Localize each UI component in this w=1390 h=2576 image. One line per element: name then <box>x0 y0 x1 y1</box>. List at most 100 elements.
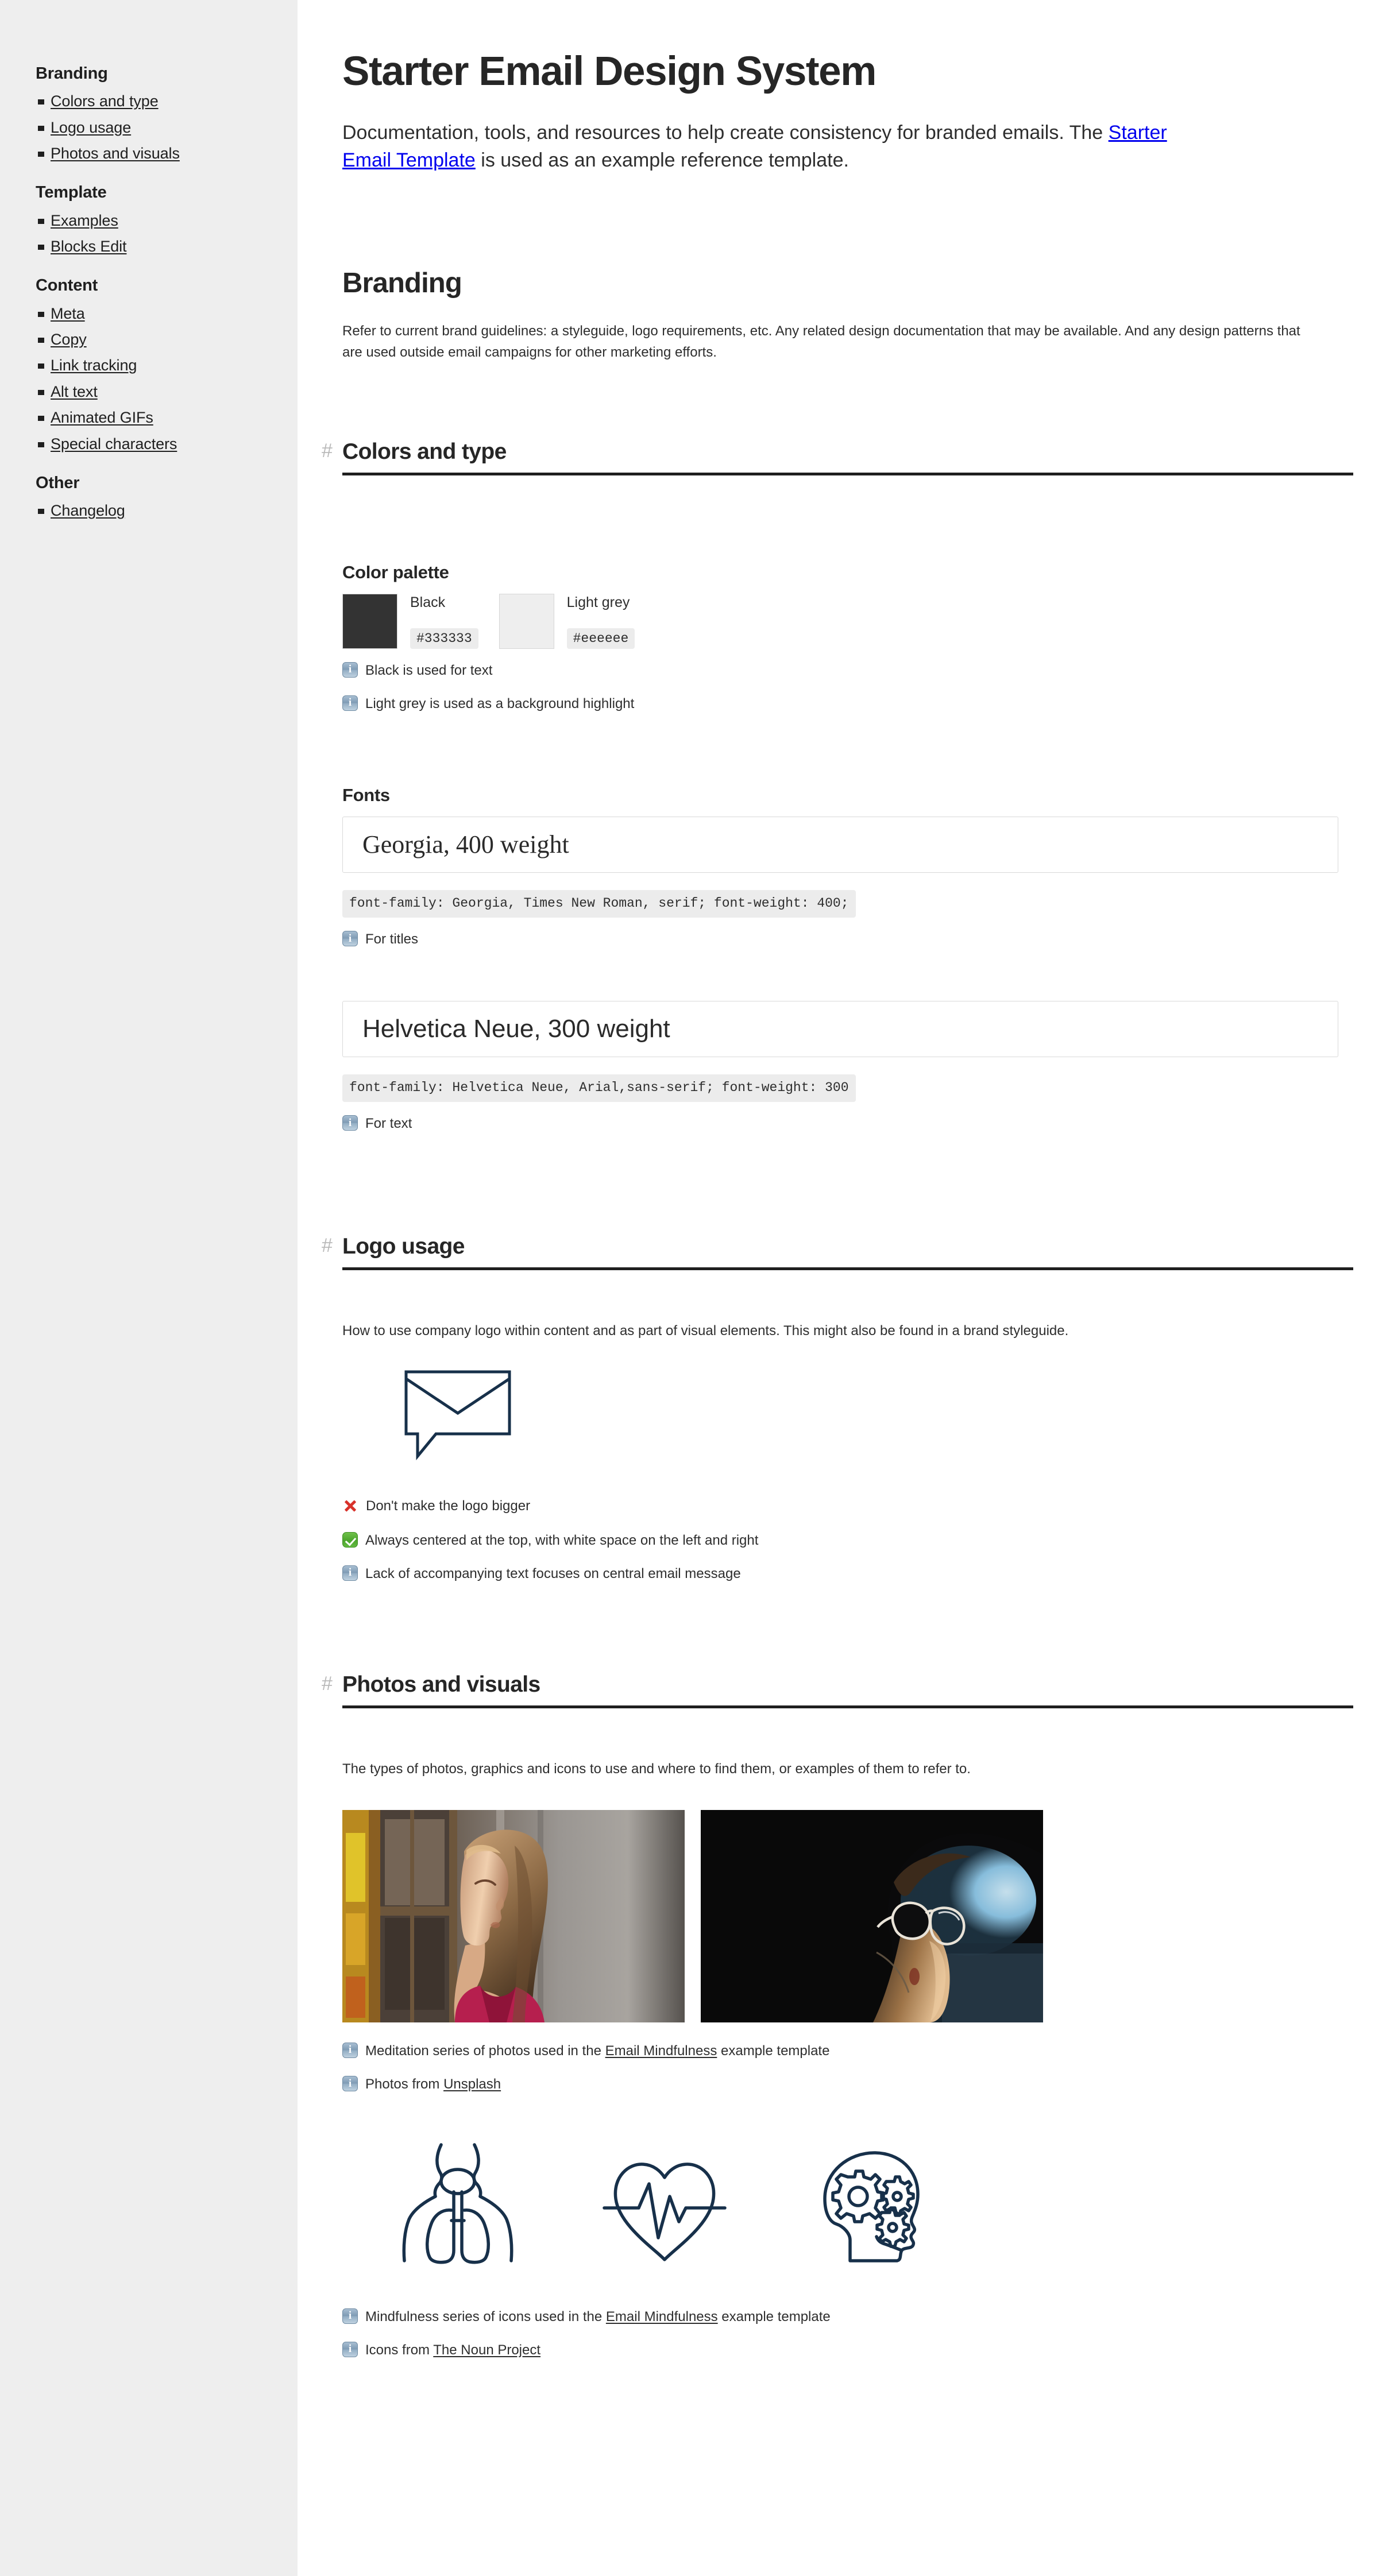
note-text: Lack of accompanying text focuses on cen… <box>365 1565 741 1581</box>
info-icon <box>342 1565 358 1586</box>
photos-and-visuals-heading: Photos and visuals <box>342 1672 540 1697</box>
color-swatch-row: Black #333333 Light grey #eeeeee <box>342 593 1338 649</box>
envelope-speech-bubble-logo <box>342 1369 1338 1464</box>
square-bullet-icon <box>36 385 51 397</box>
unsplash-link[interactable]: Unsplash <box>443 2076 501 2092</box>
sidebar-item-blocks-edit[interactable]: Blocks Edit <box>36 237 298 256</box>
note-item: Lack of accompanying text focuses on cen… <box>342 1565 1338 1585</box>
note-item: Photos from Unsplash <box>342 2075 1338 2096</box>
note-text: Photos from Unsplash <box>365 2075 501 2094</box>
the-noun-project-link[interactable]: The Noun Project <box>433 2342 540 2358</box>
font-notes: For text <box>342 1115 1338 1135</box>
note-item: Always centered at the top, with white s… <box>342 1531 1338 1552</box>
color-meta: Light grey #eeeeee <box>554 594 635 649</box>
note-text: Don't make the logo bigger <box>366 1498 531 1514</box>
note-item: Mindfulness series of icons used in the … <box>342 2308 1338 2329</box>
sidebar-item-meta[interactable]: Meta <box>36 304 298 323</box>
font-specimen-text: Helvetica Neue, 300 weight <box>362 1014 670 1043</box>
square-bullet-icon <box>36 94 51 107</box>
hash-anchor-icon[interactable]: # <box>322 1674 333 1693</box>
note-item: Light grey is used as a background highl… <box>342 695 1338 715</box>
sidebar-item-copy[interactable]: Copy <box>36 330 298 349</box>
sidebar-item-label[interactable]: Copy <box>51 330 87 349</box>
sidebar-group-title: Other <box>36 474 80 493</box>
hash-anchor-icon[interactable]: # <box>322 441 333 461</box>
color-name: Light grey <box>566 594 630 610</box>
info-icon <box>342 2076 358 2097</box>
photo-notes: Meditation series of photos used in the … <box>342 2042 1338 2097</box>
colors-and-type-head: # Colors and type <box>322 439 1338 465</box>
fonts-block: Fonts Georgia, 400 weight font-family: G… <box>342 784 1338 1135</box>
note-text-before: Mindfulness series of icons used in the <box>365 2308 606 2324</box>
note-text: For text <box>365 1116 412 1132</box>
note-item: Icons from The Noun Project <box>342 2341 1338 2362</box>
sidebar-item-photos-and-visuals[interactable]: Photos and visuals <box>36 144 298 163</box>
page-intro-part1: Documentation, tools, and resources to h… <box>342 121 1109 144</box>
fonts-heading: Fonts <box>342 785 390 806</box>
color-meta: Black #333333 <box>397 594 478 649</box>
sidebar-group-title: Branding <box>36 64 108 83</box>
colors-and-type-heading: Colors and type <box>342 439 507 465</box>
lungs-torso-icon <box>392 2141 524 2273</box>
note-text: Light grey is used as a background highl… <box>365 695 635 711</box>
sidebar-item-changelog[interactable]: Changelog <box>36 501 298 520</box>
email-mindfulness-link[interactable]: Email Mindfulness <box>605 2043 717 2059</box>
sidebar-item-label[interactable]: Changelog <box>51 501 125 520</box>
font-specimen-box: Helvetica Neue, 300 weight <box>342 1000 1338 1058</box>
sidebar-item-link-tracking[interactable]: Link tracking <box>36 356 298 374</box>
hash-anchor-icon[interactable]: # <box>322 1236 333 1255</box>
page-intro-part2: is used as an example reference template… <box>475 149 849 171</box>
sidebar-item-label[interactable]: Animated GIFs <box>51 408 153 427</box>
info-icon <box>342 2341 358 2362</box>
note-text-after: example template <box>717 2308 831 2324</box>
page-root: Branding Colors and type Logo usage Phot… <box>0 0 1390 2576</box>
sidebar-item-colors-and-type[interactable]: Colors and type <box>36 92 298 110</box>
note-text: Meditation series of photos used in the … <box>365 2042 829 2060</box>
sidebar-item-animated-gifs[interactable]: Animated GIFs <box>36 408 298 427</box>
sidebar-item-label[interactable]: Photos and visuals <box>51 144 180 163</box>
info-icon <box>342 695 358 716</box>
square-bullet-icon <box>36 214 51 226</box>
font-spec-helvetica: Helvetica Neue, 300 weight font-family: … <box>342 1000 1338 1136</box>
sidebar-item-label[interactable]: Link tracking <box>51 356 137 374</box>
info-icon <box>342 662 358 683</box>
note-text: For titles <box>365 931 419 947</box>
sidebar-list: Colors and type Logo usage Photos and vi… <box>36 92 298 163</box>
sidebar-item-alt-text[interactable]: Alt text <box>36 382 298 401</box>
sidebar-item-special-characters[interactable]: Special characters <box>36 435 298 453</box>
email-mindfulness-link[interactable]: Email Mindfulness <box>606 2309 718 2324</box>
photo-gallery <box>342 1809 1338 2022</box>
branding-intro: Refer to current brand guidelines: a sty… <box>342 323 1300 360</box>
heartbeat-pulse-icon <box>599 2141 731 2273</box>
sidebar-list: Changelog <box>36 501 298 520</box>
cross-mark-icon <box>342 1498 358 1519</box>
section-photos-and-visuals: # Photos and visuals The types of photos… <box>322 1672 1353 2385</box>
sidebar-item-examples[interactable]: Examples <box>36 211 298 230</box>
head-gears-icon <box>805 2141 937 2273</box>
icon-notes: Mindfulness series of icons used in the … <box>342 2308 1338 2362</box>
sidebar-item-label[interactable]: Meta <box>51 304 85 323</box>
font-css-snippet: font-family: Helvetica Neue, Arial,sans-… <box>342 1074 856 1103</box>
sidebar-item-label[interactable]: Logo usage <box>51 118 131 137</box>
branding-heading: Branding <box>342 268 462 299</box>
bottom-spacer <box>342 2362 1338 2385</box>
sidebar-group-content: Content Meta Copy Link tracking Alt text <box>36 275 298 453</box>
sidebar-item-label[interactable]: Alt text <box>51 382 98 401</box>
sidebar-item-logo-usage[interactable]: Logo usage <box>36 118 298 137</box>
logo-usage-head: # Logo usage <box>322 1233 1338 1260</box>
color-name: Black <box>410 594 446 610</box>
square-bullet-icon <box>36 437 51 450</box>
square-bullet-icon <box>36 332 51 345</box>
sidebar-item-label[interactable]: Blocks Edit <box>51 237 127 256</box>
section-logo-usage: # Logo usage How to use company logo wit… <box>322 1233 1353 1586</box>
logo-usage-intro: How to use company logo within content a… <box>342 1322 1069 1339</box>
sidebar-item-label[interactable]: Examples <box>51 211 118 230</box>
note-item: Black is used for text <box>342 662 1338 682</box>
font-specimen-box: Georgia, 400 weight <box>342 816 1338 873</box>
sidebar-item-label[interactable]: Special characters <box>51 435 177 453</box>
info-icon <box>342 2042 358 2063</box>
note-item: Don't make the logo bigger <box>342 1497 1338 1518</box>
sidebar-group-title: Template <box>36 183 107 202</box>
sidebar-item-label[interactable]: Colors and type <box>51 92 159 110</box>
color-swatch-black: Black #333333 <box>342 593 478 649</box>
